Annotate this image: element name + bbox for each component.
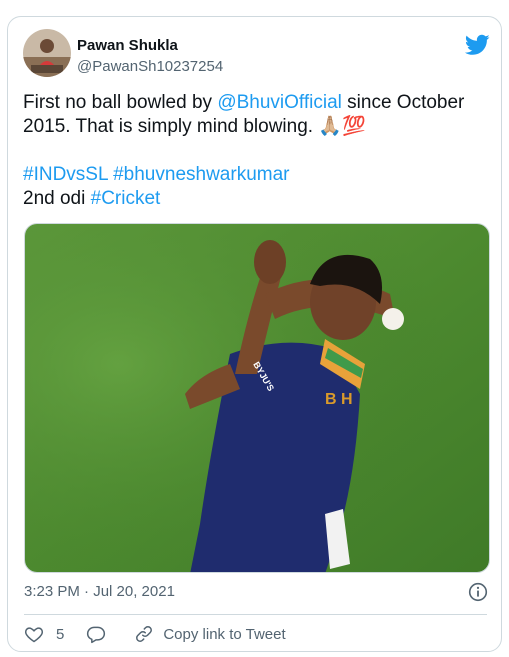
link-icon	[136, 626, 153, 642]
tweet-photo[interactable]: B H BYJU'S	[24, 223, 490, 573]
text-segment: First no ball bowled by	[23, 92, 218, 113]
reply-button[interactable]	[86, 624, 106, 644]
tweet-actions: 5 Copy link to Tweet	[24, 623, 286, 645]
reply-icon	[87, 626, 106, 644]
like-button[interactable]: 5	[24, 624, 64, 644]
avatar[interactable]	[23, 29, 71, 77]
divider	[24, 614, 487, 615]
tweet-text: First no ball bowled by @BhuviOfficial s…	[23, 91, 488, 211]
svg-text:B H: B H	[325, 391, 353, 408]
mention-link[interactable]: @BhuviOfficial	[217, 92, 342, 113]
tweet-timestamp[interactable]: 3:23 PM · Jul 20, 2021	[24, 583, 175, 600]
copy-link-button[interactable]: Copy link to Tweet	[134, 624, 286, 644]
copy-link-label: Copy link to Tweet	[163, 625, 286, 643]
author-name[interactable]: Pawan Shukla	[77, 37, 178, 54]
author-handle[interactable]: @PawanSh10237254	[77, 58, 223, 75]
twitter-bird-icon[interactable]	[464, 34, 490, 56]
emoji: 🙏🏼💯	[318, 116, 366, 137]
text-segment: 2nd odi	[23, 188, 91, 209]
tweet-card[interactable]: Pawan Shukla @PawanSh10237254 First no b…	[7, 16, 502, 652]
hashtag-link[interactable]: #Cricket	[91, 188, 161, 209]
hashtag-link[interactable]: #INDvsSL	[23, 164, 108, 185]
hashtag-link[interactable]: #bhuvneshwarkumar	[113, 164, 289, 185]
info-icon[interactable]	[468, 582, 488, 602]
heart-icon	[24, 627, 44, 643]
like-count: 5	[56, 625, 65, 643]
